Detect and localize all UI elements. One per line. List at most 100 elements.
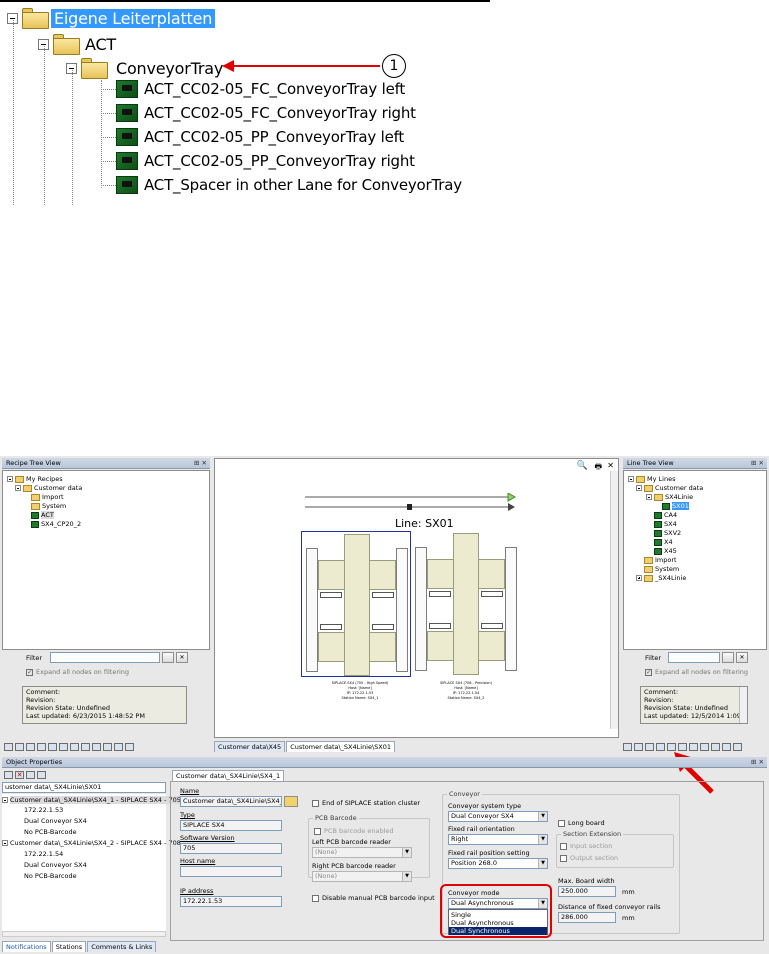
toolbar-icon[interactable]	[634, 743, 643, 751]
host-name-field[interactable]	[180, 866, 282, 877]
toolbar-icon[interactable]	[59, 743, 68, 751]
object-tree-item[interactable]: No PCB-Barcode	[24, 872, 77, 880]
recipe-tree-item[interactable]: SX4_CP20_2	[31, 520, 81, 528]
line-tree-item[interactable]: SX01	[662, 502, 689, 510]
line-filter-button[interactable]	[722, 652, 734, 663]
tree-act-label[interactable]: ACT	[85, 35, 116, 54]
recipe-tree-item[interactable]: ACT	[31, 511, 54, 519]
tab-notifications[interactable]: Notifications	[2, 941, 51, 952]
toolbar-icon[interactable]	[645, 743, 654, 751]
recipe-tree-item[interactable]: Import	[31, 493, 64, 501]
object-tree-item[interactable]: 172.22.1.53	[24, 806, 63, 814]
tree-conveyortray-label[interactable]: ConveyorTray	[116, 59, 223, 78]
tree-board-label[interactable]: ACT_CC02-05_FC_ConveyorTray left	[144, 80, 405, 98]
line-filter-input[interactable]	[668, 652, 720, 663]
tree-node-root[interactable]: Eigene Leiterplatten	[7, 8, 216, 29]
tree-board-label[interactable]: ACT_CC02-05_FC_ConveyorTray right	[144, 104, 416, 122]
left-reader-combo[interactable]: (None) ▼	[312, 847, 412, 858]
line-tree-item[interactable]: Customer data	[636, 484, 703, 492]
conveyor-type-combo[interactable]: Dual Conveyor SX4 ▼	[448, 811, 548, 822]
help-icon[interactable]	[26, 771, 35, 779]
form-tab-sx4-1[interactable]: Customer data\_SX4Linie\SX4_1	[172, 770, 285, 781]
line-tree-item[interactable]: My Lines	[628, 475, 675, 483]
distance-rails-field[interactable]: 286.000	[558, 912, 616, 923]
toolbar-icon[interactable]	[70, 743, 79, 751]
line-tree-item[interactable]: X45	[654, 547, 677, 555]
line-tree-item[interactable]: SX4Linie	[646, 493, 693, 501]
pcb-barcode-enabled-checkbox[interactable]: PCB barcode enabled	[314, 827, 394, 835]
recipe-filter-input[interactable]	[50, 652, 160, 663]
long-board-checkbox[interactable]: Long board	[558, 819, 605, 827]
line-expand-checkbox[interactable]: Expand all nodes on filtering	[645, 668, 748, 676]
max-board-width-field[interactable]: 250.000	[558, 886, 616, 897]
recipe-tree-item[interactable]: My Recipes	[7, 475, 63, 483]
tab-comments-links[interactable]: Comments & Links	[87, 941, 157, 952]
recipe-tree-item[interactable]: Customer data	[15, 484, 82, 492]
recipe-filter-button[interactable]	[162, 652, 174, 663]
name-field[interactable]: Customer data\_SX4Linie\SX4_1	[180, 796, 282, 807]
fixed-rail-combo[interactable]: Right ▼	[448, 834, 548, 845]
toolbar-icon[interactable]	[125, 743, 134, 751]
object-path-field[interactable]: ustomer data\_SX4Linie\SX01	[2, 782, 166, 793]
tree-board-item[interactable]: ACT_CC02-05_PP_ConveyorTray right	[101, 152, 415, 170]
object-tree-hscrollbar[interactable]	[2, 931, 166, 937]
diagram-vscrollbar[interactable]	[610, 471, 618, 729]
line-tree-item[interactable]: SX4	[654, 520, 677, 528]
close-icon[interactable]: ✕	[607, 461, 614, 470]
tree-node-conveyortray[interactable]: ConveyorTray	[66, 58, 223, 79]
input-section-checkbox[interactable]: Input section	[560, 842, 612, 850]
disable-manual-checkbox[interactable]: Disable manual PCB barcode input	[312, 894, 435, 902]
line-tree-item[interactable]: X4	[654, 538, 673, 546]
toolbar-icon[interactable]	[37, 743, 46, 751]
toolbar-icon[interactable]	[114, 743, 123, 751]
line-tree-item[interactable]: SXV2	[654, 529, 681, 537]
toolbar-icon[interactable]	[26, 743, 35, 751]
object-tree-item[interactable]: No PCB-Barcode	[24, 828, 77, 836]
tab-stations[interactable]: Stations	[51, 941, 87, 952]
station-1-selection[interactable]	[301, 531, 411, 677]
toolbar-icon[interactable]	[733, 743, 742, 751]
recipe-filter-clear-button[interactable]: ✕	[176, 652, 188, 663]
zoom-icon[interactable]: 🔍	[577, 461, 588, 471]
tree-board-item[interactable]: ACT_CC02-05_FC_ConveyorTray left	[101, 80, 405, 98]
tree-board-item[interactable]: ACT_Spacer in other Lane for ConveyorTra…	[101, 176, 462, 194]
tree-board-label[interactable]: ACT_Spacer in other Lane for ConveyorTra…	[144, 176, 462, 194]
tree-root-label[interactable]: Eigene Leiterplatten	[51, 9, 216, 28]
line-tree-item[interactable]: CA4	[654, 511, 677, 519]
right-reader-combo[interactable]: (None) ▼	[312, 871, 412, 882]
line-tree-item[interactable]: Import	[644, 556, 677, 564]
mode-option-single[interactable]: Single	[451, 911, 471, 919]
fixed-position-combo[interactable]: Position 268.0 ▼	[448, 858, 548, 869]
object-tree-item[interactable]: Customer data\_SX4Linie\SX4_2 - SIPLACE …	[2, 839, 181, 847]
tree-board-item[interactable]: ACT_CC02-05_PP_ConveyorTray left	[101, 128, 404, 146]
object-tree-item[interactable]: Dual Conveyor SX4	[24, 817, 87, 825]
doc-tab-sx01[interactable]: Customer data\_SX4Linie\SX01	[286, 741, 396, 752]
ip-address-field[interactable]: 172.22.1.53	[180, 896, 282, 907]
line-filter-clear-button[interactable]: ✕	[736, 652, 748, 663]
down-icon[interactable]	[37, 771, 46, 779]
line-tree-item[interactable]: _SX4Linie	[636, 574, 686, 582]
tree-board-label[interactable]: ACT_CC02-05_PP_ConveyorTray right	[144, 152, 415, 170]
mode-option-dual-async[interactable]: Dual Asynchronous	[451, 919, 514, 927]
end-cluster-checkbox[interactable]: End of SIPLACE station cluster	[312, 799, 420, 807]
line-tree-item[interactable]: System	[644, 565, 679, 573]
print-icon[interactable]: 🖶	[594, 461, 602, 475]
toolbar-icon[interactable]	[623, 743, 632, 751]
toolbar-icon[interactable]	[15, 743, 24, 751]
conveyor-mode-combo[interactable]: Dual Asynchronous ▼	[448, 898, 548, 909]
tree-board-label[interactable]: ACT_CC02-05_PP_ConveyorTray left	[144, 128, 404, 146]
tree-node-act[interactable]: ACT	[38, 34, 116, 55]
toolbar-icon[interactable]	[48, 743, 57, 751]
toolbar-icon[interactable]	[722, 743, 731, 751]
mode-option-dual-sync[interactable]: Dual Synchronous	[449, 927, 547, 935]
toolbar-icon[interactable]	[103, 743, 112, 751]
folder-open-icon[interactable]	[284, 796, 298, 807]
toolbar-icon[interactable]	[92, 743, 101, 751]
object-tree-item[interactable]: Dual Conveyor SX4	[24, 861, 87, 869]
toolbar-icon[interactable]	[656, 743, 665, 751]
toolbar-icon[interactable]	[4, 771, 13, 779]
output-section-checkbox[interactable]: Output section	[560, 854, 618, 862]
recipe-expand-checkbox[interactable]: Expand all nodes on filtering	[26, 668, 129, 676]
delete-icon[interactable]: ✕	[15, 771, 24, 779]
object-tree-item[interactable]: 172.22.1.54	[24, 850, 63, 858]
